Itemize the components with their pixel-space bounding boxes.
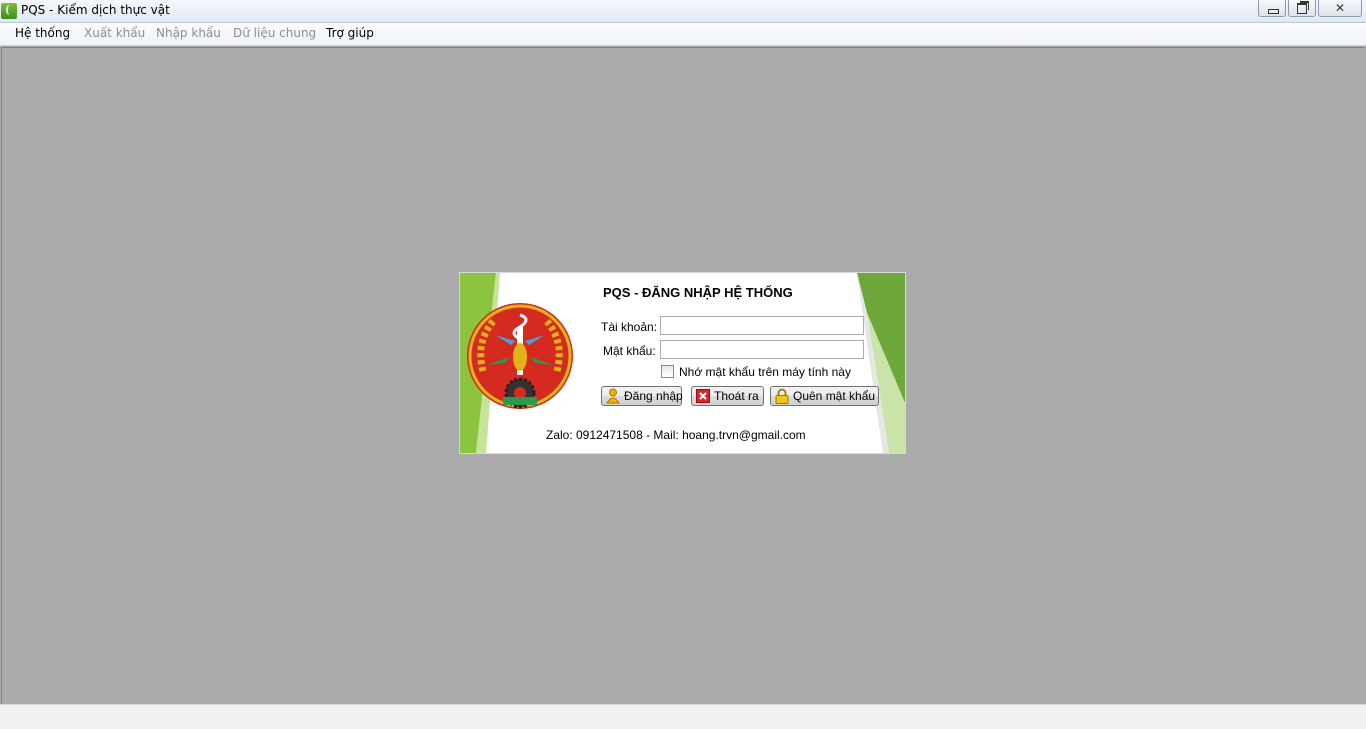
login-title: PQS - ĐĂNG NHẬP HỆ THỐNG: [603, 285, 793, 300]
menu-xuat-khau[interactable]: Xuất khẩu: [84, 26, 145, 40]
menu-bar: Hệ thống Xuất khẩu Nhập khẩu Dữ liệu chu…: [0, 23, 1366, 46]
app-leaf-icon: [1, 3, 17, 19]
login-button-label: Đăng nhập: [624, 389, 683, 403]
forgot-password-button[interactable]: Quên mật khẩu: [770, 386, 879, 406]
menu-he-thong[interactable]: Hệ thống: [15, 26, 70, 40]
window-controls: ✕: [1256, 0, 1362, 18]
username-label: Tài khoản:: [601, 320, 658, 334]
password-label: Mật khẩu:: [603, 344, 656, 358]
restore-button[interactable]: [1288, 0, 1316, 17]
exit-button-label: Thoát ra: [714, 389, 759, 403]
password-input[interactable]: [660, 340, 864, 359]
user-icon: [606, 388, 620, 404]
close-icon: ✕: [1334, 1, 1346, 15]
minimize-icon: [1268, 9, 1279, 14]
right-decoration: [857, 273, 905, 453]
remember-label[interactable]: Nhớ mật khẩu trên máy tính này: [679, 365, 851, 379]
exit-button[interactable]: Thoát ra: [691, 386, 764, 406]
menu-nhap-khau[interactable]: Nhập khẩu: [156, 26, 221, 40]
exit-x-icon: [696, 388, 710, 404]
remember-checkbox[interactable]: [661, 365, 674, 378]
username-input[interactable]: [660, 316, 864, 335]
window-title: PQS - Kiểm dịch thực vật: [21, 3, 170, 17]
plant-protection-emblem: [467, 303, 573, 409]
minimize-button[interactable]: [1258, 0, 1286, 17]
login-button[interactable]: Đăng nhập: [601, 386, 683, 406]
lock-icon: [775, 388, 789, 404]
forgot-button-label: Quên mật khẩu: [793, 389, 876, 403]
status-bar: [0, 704, 1366, 729]
login-dialog: PQS - ĐĂNG NHẬP HỆ THỐNG Tài khoản: Mật …: [459, 272, 906, 454]
contact-info: Zalo: 0912471508 - Mail: hoang.trvn@gmai…: [546, 428, 806, 442]
menu-tro-giup[interactable]: Trợ giúp: [326, 26, 374, 40]
title-bar: PQS - Kiểm dịch thực vật ✕: [0, 0, 1366, 23]
close-button[interactable]: ✕: [1318, 0, 1362, 17]
menu-du-lieu-chung[interactable]: Dữ liệu chung: [233, 26, 316, 40]
restore-icon: [1297, 1, 1309, 14]
